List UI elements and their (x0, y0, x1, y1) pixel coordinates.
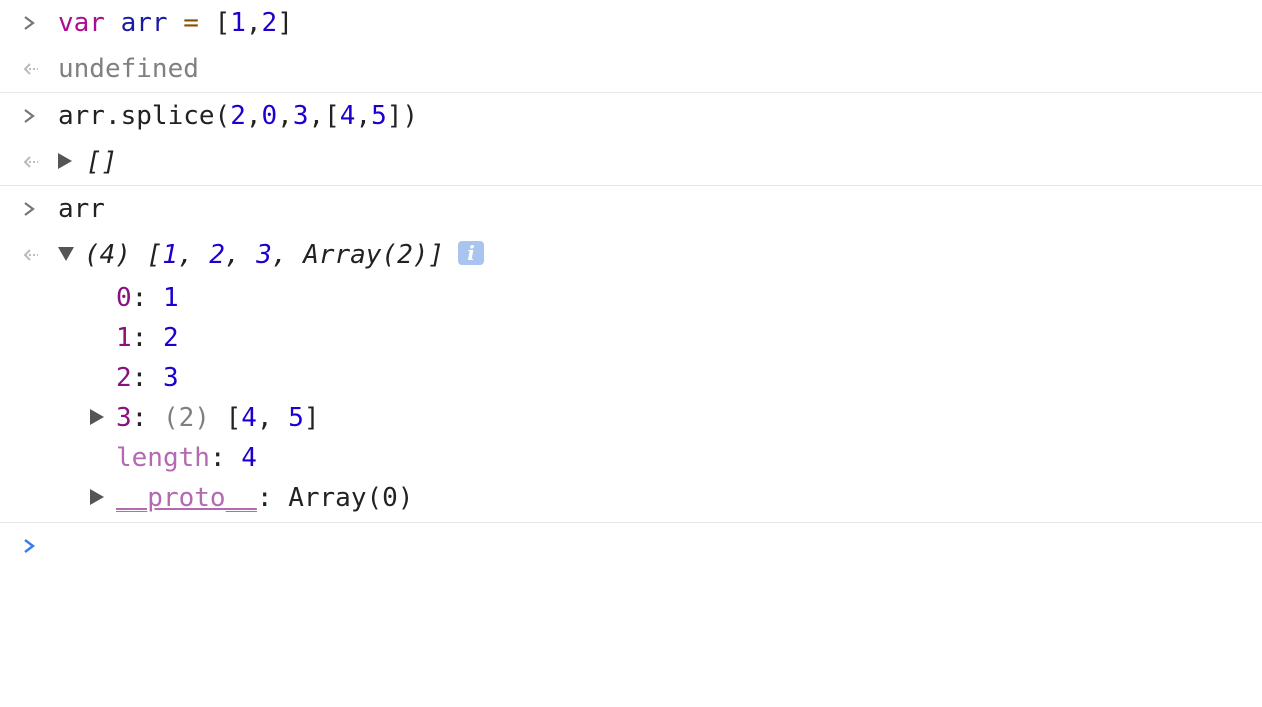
console-input-text: arr (58, 194, 105, 224)
console-input-line: arr (0, 186, 1262, 232)
console-input-text: arr.splice(2,0,3,[4,5]) (58, 101, 419, 131)
triangle-down-icon[interactable] (58, 246, 74, 261)
property-row: 0: 1 (116, 283, 179, 313)
property-row: 2: 3 (116, 363, 179, 393)
chevron-right-icon (22, 0, 42, 46)
property-row-expandable[interactable]: __proto__: Array(0) (0, 478, 1262, 523)
triangle-right-icon[interactable] (90, 408, 104, 425)
console-panel: var arr = [1,2] undefined arr.splice(2,0… (0, 0, 1262, 574)
chevron-right-icon (22, 186, 42, 232)
property-row-expandable[interactable]: 3: (2) [4, 5] (0, 398, 1262, 438)
console-output-line: undefined (0, 46, 1262, 93)
console-input-text: var arr = [1,2] (58, 8, 293, 38)
property-row: length: 4 (116, 443, 257, 473)
triangle-right-icon[interactable] (90, 488, 104, 505)
info-icon[interactable]: i (458, 240, 485, 265)
console-input-line: var arr = [1,2] (0, 0, 1262, 46)
chevron-right-icon (22, 523, 42, 569)
return-arrow-icon (22, 232, 42, 278)
array-summary[interactable]: (4) [1, 2, 3, Array(2)] i (58, 232, 485, 278)
return-arrow-icon (22, 139, 42, 185)
return-arrow-icon (22, 46, 42, 92)
console-input-line: arr.splice(2,0,3,[4,5]) (0, 93, 1262, 139)
console-output-line: (4) [1, 2, 3, Array(2)] i (0, 232, 1262, 278)
chevron-right-icon (22, 93, 42, 139)
triangle-right-icon[interactable] (58, 152, 72, 169)
property-row: 1: 2 (116, 323, 179, 353)
array-summary[interactable]: [] (58, 139, 117, 185)
console-prompt-line[interactable] (0, 523, 1262, 569)
console-output-line: [] (0, 139, 1262, 186)
console-output-text: undefined (58, 54, 199, 84)
